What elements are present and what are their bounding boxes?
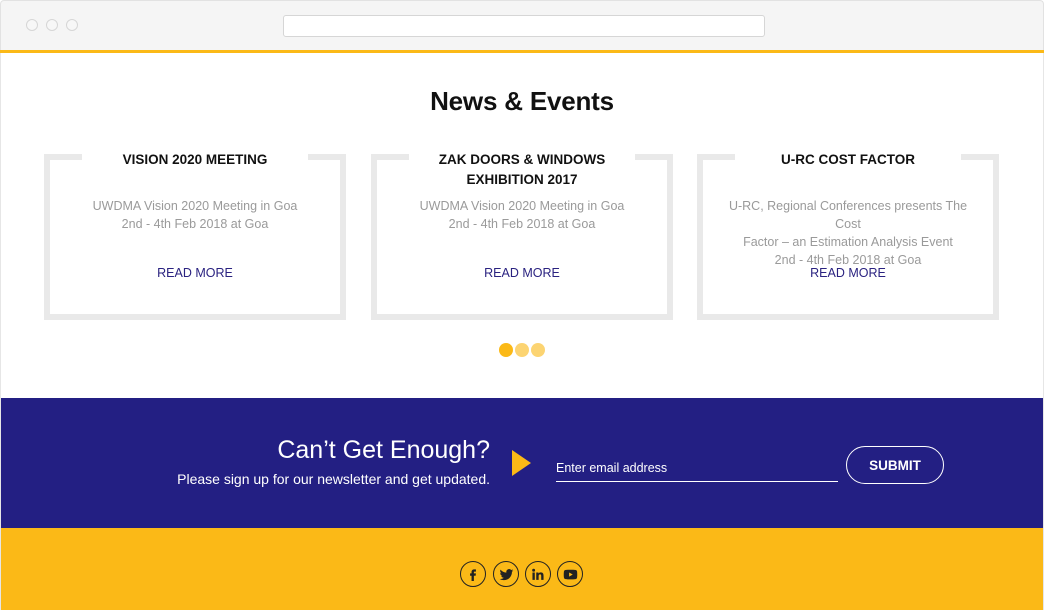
card-border (44, 154, 50, 320)
card-desc-line: U-RC, Regional Conferences presents The … (728, 199, 968, 231)
card-border (993, 154, 999, 320)
newsletter-section: Can’t Get Enough? Please sign up for our… (1, 398, 1043, 528)
card-border (697, 314, 999, 320)
card-title: ZAK DOORS & WINDOWS EXHIBITION 2017 (411, 150, 633, 190)
window-minimize-dot[interactable] (46, 19, 58, 31)
card-description: U-RC, Regional Conferences presents The … (715, 197, 981, 269)
address-bar[interactable] (283, 15, 765, 37)
twitter-icon[interactable] (493, 561, 519, 587)
news-card: U-RC COST FACTOR U-RC, Regional Conferen… (697, 150, 999, 320)
card-title-line: U-RC COST FACTOR (781, 152, 915, 167)
card-border (371, 154, 409, 160)
news-card: VISION 2020 MEETING UWDMA Vision 2020 Me… (44, 150, 346, 320)
card-border (635, 154, 673, 160)
window-close-dot[interactable] (26, 19, 38, 31)
card-border (667, 154, 673, 320)
linkedin-icon[interactable] (525, 561, 551, 587)
pager-dot-3[interactable] (531, 343, 545, 357)
browser-chrome (0, 0, 1044, 50)
email-input[interactable] (556, 454, 838, 482)
footer (1, 528, 1043, 610)
pager-dot-1[interactable] (499, 343, 513, 357)
submit-button[interactable]: SUBMIT (846, 446, 944, 484)
card-desc-line: 2nd - 4th Feb 2018 at Goa (121, 217, 269, 231)
newsletter-heading: Can’t Get Enough? (277, 436, 490, 464)
card-title-line: ZAK DOORS & WINDOWS (438, 152, 606, 167)
card-border (44, 154, 82, 160)
card-title: VISION 2020 MEETING (84, 150, 306, 170)
card-border (697, 154, 703, 320)
card-desc-line: Factor – an Estimation Analysis Event (743, 235, 953, 249)
card-desc-line: UWDMA Vision 2020 Meeting in Goa (419, 199, 625, 213)
card-description: UWDMA Vision 2020 Meeting in Goa 2nd - 4… (389, 197, 655, 233)
play-arrow-icon (512, 450, 531, 476)
card-border (371, 154, 377, 320)
read-more-link[interactable]: READ MORE (44, 266, 346, 280)
card-border (371, 314, 673, 320)
card-border (308, 154, 346, 160)
window-maximize-dot[interactable] (66, 19, 78, 31)
card-title-line: EXHIBITION 2017 (466, 172, 578, 187)
news-card: ZAK DOORS & WINDOWS EXHIBITION 2017 UWDM… (371, 150, 673, 320)
youtube-icon[interactable] (557, 561, 583, 587)
card-title: U-RC COST FACTOR (737, 150, 959, 170)
facebook-icon[interactable] (460, 561, 486, 587)
card-border (44, 314, 346, 320)
card-title-line: VISION 2020 MEETING (122, 152, 268, 167)
card-border (961, 154, 999, 160)
read-more-link[interactable]: READ MORE (371, 266, 673, 280)
read-more-link[interactable]: READ MORE (697, 266, 999, 280)
card-desc-line: 2nd - 4th Feb 2018 at Goa (448, 217, 596, 231)
card-border (697, 154, 735, 160)
section-title: News & Events (430, 86, 614, 116)
pager-dot-2[interactable] (515, 343, 529, 357)
card-border (340, 154, 346, 320)
card-desc-line: UWDMA Vision 2020 Meeting in Goa (92, 199, 298, 213)
newsletter-subheading: Please sign up for our newsletter and ge… (177, 471, 490, 487)
card-description: UWDMA Vision 2020 Meeting in Goa 2nd - 4… (62, 197, 328, 233)
